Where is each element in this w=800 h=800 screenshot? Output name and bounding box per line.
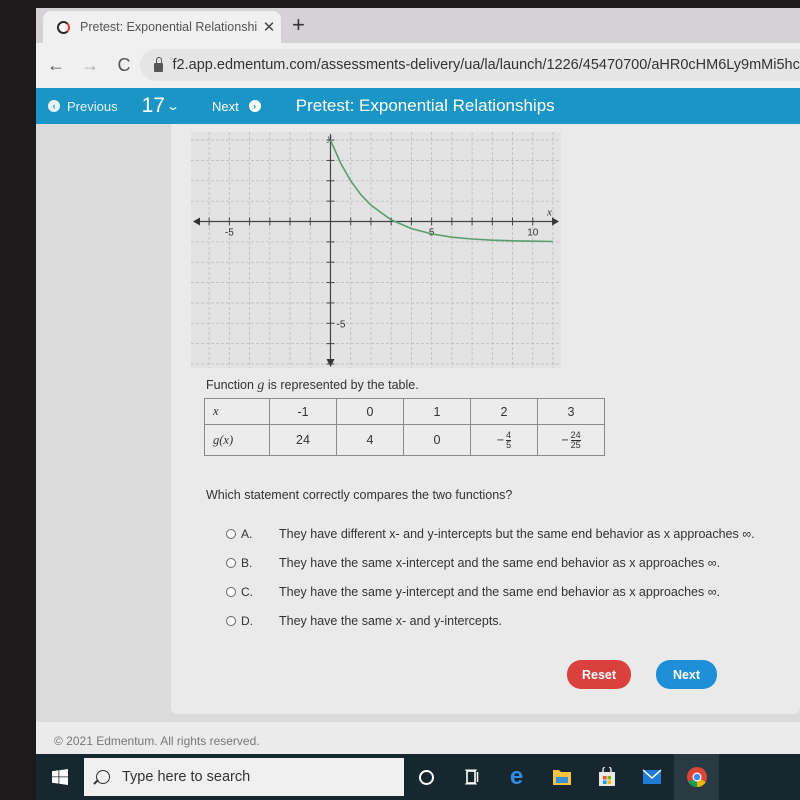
taskbar-search-input[interactable]: Type here to search	[84, 758, 404, 796]
minus-sign: −	[561, 433, 569, 447]
option-d[interactable]: D. They have the same x- and y-intercept…	[226, 606, 755, 635]
radio-button[interactable]	[226, 586, 236, 597]
screen: e Pretest: Exponential Relationship ✕ + …	[36, 8, 800, 800]
microsoft-store-icon[interactable]	[584, 767, 629, 787]
chevron-down-icon: ⌄	[165, 99, 181, 113]
numerator: 24	[570, 429, 581, 441]
url-text: f2.app.edmentum.com/assessments-delivery…	[172, 57, 800, 73]
tab-title: Pretest: Exponential Relationship	[80, 20, 257, 34]
option-letter: D.	[241, 613, 253, 628]
fraction: − 24 25	[561, 429, 581, 450]
radio-button[interactable]	[226, 615, 236, 626]
fraction: − 45	[496, 429, 512, 450]
g-cell: − 24 25	[537, 424, 605, 456]
y-tick-label: -5	[336, 319, 345, 330]
g-cell: 4	[336, 424, 404, 456]
windows-taskbar: Type here to search e	[36, 754, 800, 800]
search-icon	[96, 770, 110, 784]
table-row-x: x -1 0 1 2 3	[204, 398, 605, 425]
previous-label: Previous	[67, 98, 118, 114]
table-row-g: g(x) 24 4 0 − 45 − 24 25	[204, 424, 605, 456]
next-button[interactable]: Next	[656, 660, 717, 689]
g-cell: 24	[269, 424, 337, 456]
next-arrow-icon: ›	[248, 100, 261, 112]
radio-button[interactable]	[226, 528, 236, 539]
x-tick-label: -5	[225, 228, 234, 239]
x-cell: -1	[269, 398, 337, 425]
copyright-footer: © 2021 Edmentum. All rights reserved.	[36, 722, 800, 754]
option-a[interactable]: A. They have different x- and y-intercep…	[226, 519, 755, 548]
x-cell: 2	[470, 398, 538, 425]
mail-icon[interactable]	[629, 769, 674, 785]
option-b[interactable]: B. They have the same x-intercept and th…	[226, 548, 755, 577]
question-number-dropdown[interactable]: 17 ⌄	[141, 94, 181, 118]
previous-arrow-icon: ‹	[48, 100, 60, 112]
tab-strip: e Pretest: Exponential Relationship ✕ +	[36, 8, 800, 43]
graph-svg: -5 5 10-5xy	[191, 132, 561, 368]
x-axis-label: x	[546, 207, 552, 219]
browser-toolbar: ← → C f2.app.edmentum.com/assessments-de…	[36, 43, 800, 88]
page-title: Pretest: Exponential Relationships	[295, 96, 555, 115]
function-graph: -5 5 10 -5 x y	[191, 132, 561, 368]
edmentum-favicon-icon: e	[57, 20, 70, 34]
function-g-table: x -1 0 1 2 3 g(x) 24 4 0 − 45 − 24 25	[204, 398, 605, 456]
x-cell: 1	[403, 398, 471, 425]
option-text: They have the same x- and y-intercepts.	[279, 613, 503, 628]
option-text: They have the same y-intercept and the s…	[279, 584, 721, 599]
question-number: 17	[141, 94, 165, 117]
intro-prefix: Function	[206, 378, 258, 392]
close-tab-icon[interactable]: ✕	[257, 18, 281, 36]
radio-button[interactable]	[226, 557, 236, 568]
denominator: 5	[506, 439, 512, 450]
forward-arrow-icon[interactable]: →	[76, 55, 104, 76]
browser-tab[interactable]: e Pretest: Exponential Relationship ✕	[43, 11, 281, 43]
next-header-button[interactable]: Next ›	[212, 99, 261, 114]
previous-button[interactable]: ‹ Previous	[48, 99, 118, 114]
task-view-icon[interactable]	[449, 769, 494, 785]
option-text: They have the same x-intercept and the s…	[279, 555, 721, 570]
option-c[interactable]: C. They have the same y-intercept and th…	[226, 577, 755, 606]
g-cell: − 45	[470, 424, 538, 456]
edge-browser-icon[interactable]: e	[494, 763, 539, 791]
option-text: They have different x- and y-intercepts …	[279, 526, 755, 541]
question-text: Which statement correctly compares the t…	[206, 488, 513, 502]
option-letter: A.	[241, 526, 253, 541]
address-bar[interactable]: f2.app.edmentum.com/assessments-delivery…	[140, 49, 800, 81]
table-intro: Function g is represented by the table.	[206, 378, 419, 394]
graph-background	[191, 132, 561, 368]
app-header: ‹ Previous 17 ⌄ Next › Pretest: Exponent…	[36, 88, 800, 124]
x-cell: 3	[537, 398, 605, 425]
chrome-icon[interactable]	[674, 754, 719, 800]
back-arrow-icon[interactable]: ←	[42, 55, 70, 76]
g-header: g(x)	[204, 424, 270, 456]
denominator: 25	[570, 439, 581, 450]
minus-sign: −	[496, 433, 505, 447]
windows-start-icon[interactable]	[36, 769, 84, 785]
g-cell: 0	[403, 424, 471, 456]
new-tab-button[interactable]: +	[292, 12, 305, 38]
content-area: -5 5 10 -5 x y Function g is represented by t…	[36, 124, 800, 722]
next-label: Next	[212, 98, 239, 114]
cortana-icon[interactable]	[404, 769, 449, 785]
x-tick-label: 10	[527, 228, 539, 239]
intro-suffix: is represented by the table.	[264, 378, 419, 392]
file-explorer-icon[interactable]	[539, 768, 584, 786]
x-header: x	[204, 398, 270, 425]
search-placeholder: Type here to search	[122, 769, 251, 785]
answer-options: A. They have different x- and y-intercep…	[226, 519, 755, 635]
reset-button[interactable]: Reset	[567, 660, 631, 689]
option-letter: C.	[241, 584, 253, 599]
numerator: 4	[506, 429, 512, 441]
question-card: -5 5 10 -5 x y Function g is represented by t…	[171, 124, 800, 714]
x-cell: 0	[336, 398, 404, 425]
lock-icon	[154, 56, 163, 72]
option-letter: B.	[241, 555, 253, 570]
reload-icon[interactable]: C	[110, 55, 138, 76]
